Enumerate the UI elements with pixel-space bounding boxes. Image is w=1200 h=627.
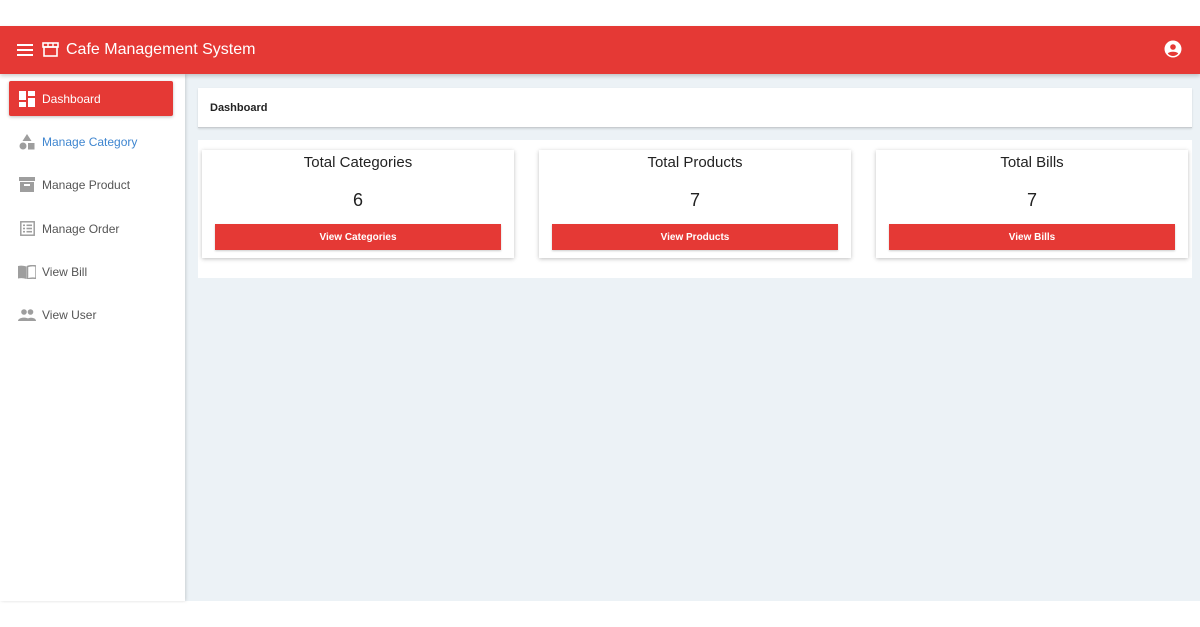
sidebar-item-dashboard[interactable]: Dashboard xyxy=(9,81,173,116)
card-title: Total Products xyxy=(647,154,743,171)
card-title: Total Categories xyxy=(303,154,413,171)
app-frame: Cafe Management System Dashboard Manage … xyxy=(0,26,1200,601)
list-alt-icon xyxy=(18,220,36,238)
import-contacts-icon xyxy=(18,263,36,281)
sidebar-item-manage-product[interactable]: Manage Product xyxy=(9,167,173,202)
view-categories-button[interactable]: View Categories xyxy=(215,224,501,250)
card-total-products: Total Products 7 View Products xyxy=(539,150,851,258)
card-total-bills: Total Bills 7 View Bills xyxy=(876,150,1188,258)
sidebar-item-label: Manage Product xyxy=(42,177,131,192)
sidebar-item-view-bill[interactable]: View Bill xyxy=(9,254,173,289)
card-value: 6 xyxy=(352,190,363,210)
sidebar-item-manage-order[interactable]: Manage Order xyxy=(9,211,173,246)
card-title: Total Bills xyxy=(1000,154,1064,171)
dashboard-cards: Total Categories 6 View Categories Total… xyxy=(198,140,1192,278)
sidebar: Dashboard Manage Category Manage Product… xyxy=(0,74,185,601)
sidebar-item-label: Dashboard xyxy=(42,91,101,106)
category-icon xyxy=(18,133,36,151)
sidebar-item-label: Manage Category xyxy=(42,134,138,149)
dashboard-icon xyxy=(18,90,36,108)
sidebar-item-label: View User xyxy=(42,307,97,322)
account-circle-icon[interactable] xyxy=(1164,40,1184,60)
sidebar-item-label: Manage Order xyxy=(42,221,120,236)
menu-icon[interactable] xyxy=(14,39,36,61)
sidebar-item-manage-category[interactable]: Manage Category xyxy=(9,124,173,159)
view-products-button[interactable]: View Products xyxy=(552,224,838,250)
card-total-categories: Total Categories 6 View Categories xyxy=(202,150,514,258)
sidebar-item-label: View Bill xyxy=(42,264,88,279)
card-value: 7 xyxy=(689,190,700,210)
breadcrumb: Dashboard xyxy=(198,88,1192,128)
view-bills-button[interactable]: View Bills xyxy=(889,224,1175,250)
top-toolbar: Cafe Management System xyxy=(0,26,1200,74)
app-title: Cafe Management System xyxy=(66,41,256,58)
storefront-icon xyxy=(40,40,60,60)
people-icon xyxy=(18,306,36,324)
inventory-icon xyxy=(18,176,36,194)
sidebar-item-view-user[interactable]: View User xyxy=(9,297,173,332)
card-value: 7 xyxy=(1026,190,1037,210)
